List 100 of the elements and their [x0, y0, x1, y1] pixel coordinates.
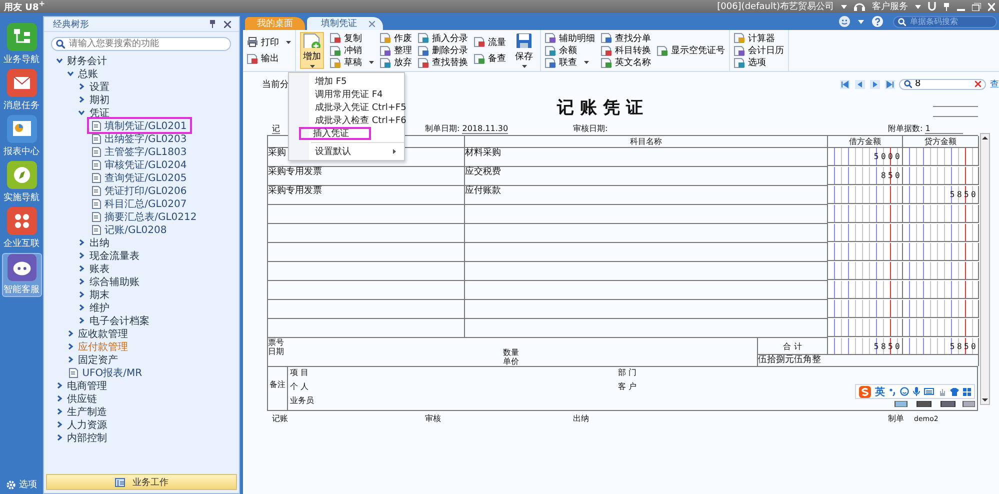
chevron-icon[interactable] — [78, 83, 86, 90]
chevron-icon[interactable] — [56, 395, 63, 402]
headset-icon[interactable] — [854, 2, 865, 11]
help-icon[interactable] — [872, 16, 883, 27]
tree-item[interactable]: 科目汇总/GL0207 — [104, 196, 187, 210]
chevron-icon[interactable] — [78, 109, 86, 116]
caret-icon[interactable] — [915, 4, 921, 8]
tree-item[interactable]: 出纳签字/GL0203 — [104, 132, 187, 146]
close-icon[interactable] — [369, 20, 375, 26]
toolbar-button[interactable]: 科目转换 — [601, 44, 651, 56]
amount-cell[interactable] — [828, 243, 903, 261]
summary-cell[interactable] — [268, 262, 465, 281]
tree-item[interactable]: 期初 — [89, 92, 110, 106]
summary-cell[interactable] — [268, 224, 465, 243]
input-mode-toggle[interactable]: 英 — [875, 384, 885, 398]
account-cell[interactable] — [465, 262, 828, 281]
scroll-down-icon[interactable] — [981, 396, 989, 404]
menu-item[interactable]: 成批录入凭证 Ctrl+F5 — [289, 101, 404, 114]
last-page-icon[interactable] — [885, 80, 895, 88]
settings-icon[interactable] — [6, 480, 16, 490]
voucher-search-field[interactable]: 8 — [899, 78, 986, 90]
scroll-up-icon[interactable] — [981, 134, 989, 142]
nav-item[interactable]: 消息任务 — [2, 69, 42, 113]
chevron-icon[interactable] — [56, 434, 63, 441]
account-cell[interactable]: 材料采购 — [465, 148, 828, 167]
toolbar-button[interactable]: 会计日历 — [734, 44, 784, 56]
chevron-icon[interactable] — [78, 291, 86, 298]
attachments-field[interactable]: 1 — [925, 124, 964, 134]
chevron-icon[interactable] — [78, 278, 86, 285]
tree-item[interactable]: 出纳 — [89, 236, 110, 250]
chevron-icon[interactable] — [78, 239, 86, 246]
amount-cell[interactable] — [828, 205, 903, 223]
account-cell[interactable] — [465, 243, 828, 262]
toolbar-button[interactable]: 辅助明细 — [545, 32, 595, 44]
smiley-icon[interactable] — [839, 16, 850, 27]
chevron-icon[interactable] — [67, 330, 74, 337]
nav-item[interactable]: 报表中心 — [2, 115, 42, 159]
restore-icon[interactable] — [972, 2, 981, 10]
tree-item[interactable]: 总账 — [78, 66, 98, 80]
grid-icon[interactable] — [963, 388, 971, 396]
tree-item[interactable]: 应收款管理 — [78, 326, 128, 340]
tree-item[interactable]: 摘要汇总表/GL0212 — [104, 210, 197, 224]
toolbar-button[interactable]: 复制 — [330, 32, 374, 44]
menu-item[interactable]: 插入凭证 — [299, 127, 371, 140]
toolbar-button[interactable]: 选项 — [734, 56, 784, 69]
chevron-icon[interactable] — [56, 408, 63, 415]
amount-cell[interactable] — [903, 205, 979, 223]
tree-item[interactable]: 账表 — [89, 262, 110, 276]
shirt-icon[interactable] — [950, 388, 959, 396]
summary-cell[interactable] — [268, 300, 465, 319]
nav-item[interactable]: 实施导航 — [2, 161, 42, 205]
chevron-icon[interactable] — [78, 304, 86, 311]
toolbar-button[interactable]: 备查 — [474, 52, 506, 65]
amount-cell[interactable] — [903, 167, 979, 185]
pin-icon[interactable] — [943, 2, 950, 10]
smiley-icon[interactable] — [900, 387, 909, 396]
toolbar-button[interactable]: 放弃 — [380, 56, 412, 69]
nav-item[interactable]: 业务导航 — [2, 23, 42, 67]
toolbar-button[interactable]: 作废 — [380, 32, 412, 44]
chevron-icon[interactable] — [56, 57, 63, 64]
caret-icon[interactable] — [841, 4, 847, 8]
chevron-icon[interactable] — [78, 317, 86, 324]
chevron-icon[interactable] — [67, 343, 74, 350]
toolbar-button[interactable]: 英文名称 — [601, 56, 651, 69]
tree-item[interactable]: 审核凭证/GL0204 — [104, 158, 187, 172]
previous-page-icon[interactable] — [855, 80, 865, 88]
summary-cell[interactable] — [268, 281, 465, 300]
query-link[interactable]: 查 — [990, 78, 999, 90]
tree-item[interactable]: 设置 — [89, 80, 110, 94]
toolbar-button[interactable]: 查找分单 — [601, 32, 651, 44]
menu-item[interactable]: 增加 F5 — [289, 75, 404, 88]
account-cell[interactable] — [465, 319, 828, 338]
options-link[interactable]: 选项 — [19, 478, 37, 491]
toolbar-button[interactable]: 保存 — [512, 32, 536, 69]
amount-cell[interactable] — [903, 224, 979, 242]
business-work-button[interactable]: 业务工作 — [46, 474, 237, 490]
toolbar-button[interactable]: 余额 — [545, 44, 595, 56]
toolbar-button[interactable]: 增加 — [300, 32, 324, 69]
toolbar-button[interactable]: 冲销 — [330, 44, 374, 56]
account-cell[interactable] — [465, 205, 828, 224]
tree-item[interactable]: 凭证 — [89, 106, 110, 120]
menu-item[interactable]: 调用常用凭证 F4 — [289, 88, 404, 101]
toolbar-button[interactable]: 整理 — [380, 44, 412, 56]
tree-item[interactable]: 查询凭证/GL0205 — [104, 170, 187, 184]
chevron-icon[interactable] — [67, 356, 74, 363]
amount-cell[interactable] — [903, 262, 979, 280]
tree-item[interactable]: UFO报表/MR — [82, 366, 142, 380]
amount-cell[interactable] — [828, 319, 903, 337]
tree-item[interactable]: 内部控制 — [67, 430, 107, 444]
toolbar-button[interactable]: 显示空凭证号 — [657, 44, 725, 56]
tab[interactable]: 填制凭证 — [307, 17, 383, 30]
amount-cell[interactable] — [828, 300, 903, 318]
toolbar-button[interactable]: 草稿 — [330, 56, 374, 69]
tree-item[interactable]: 维护 — [89, 300, 110, 314]
summary-cell[interactable] — [268, 243, 465, 262]
keyboard-icon[interactable] — [924, 388, 934, 395]
menu-item[interactable]: 设置默认 — [289, 145, 404, 158]
close-icon[interactable] — [224, 20, 231, 28]
tree-item[interactable]: 生产制造 — [67, 404, 107, 418]
account-cell[interactable]: 应交税费 — [465, 167, 828, 186]
